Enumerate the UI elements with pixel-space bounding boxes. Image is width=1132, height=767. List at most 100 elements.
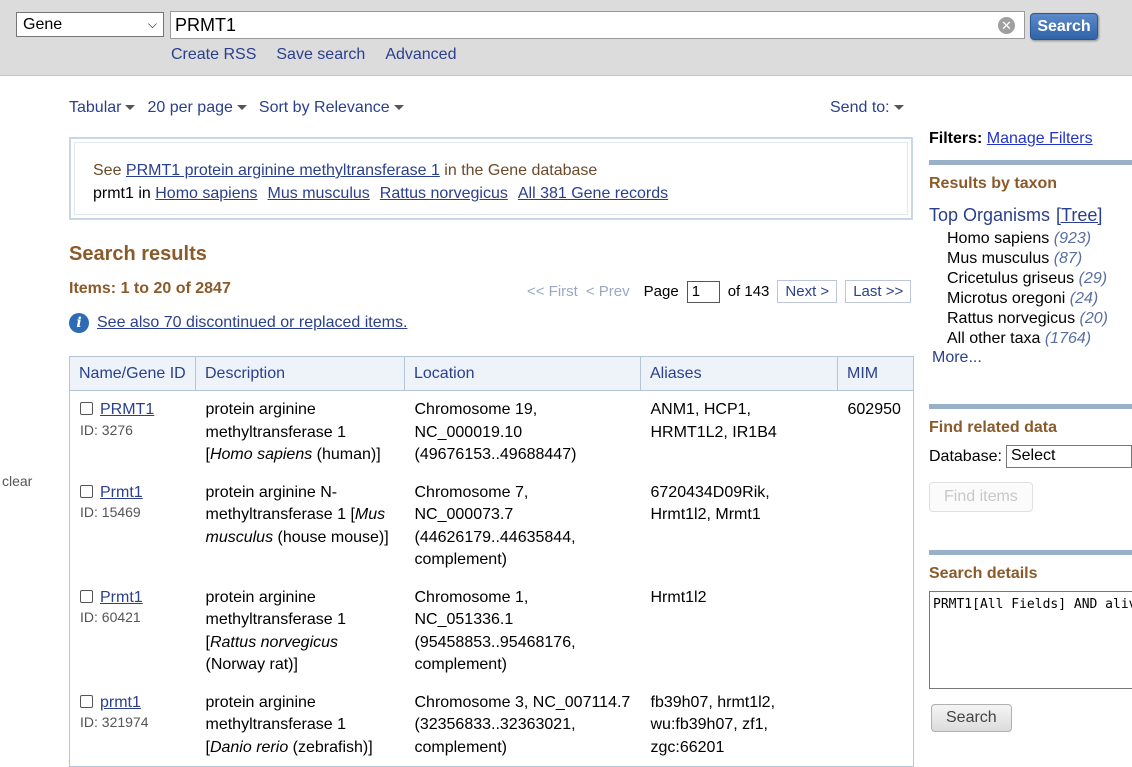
- org-link-homo-sapiens[interactable]: Homo sapiens: [155, 185, 257, 202]
- description-cell: protein arginine N-methyltransferase 1 […: [196, 474, 405, 579]
- desc-common: (human)]: [312, 446, 381, 463]
- gene-cell: Prmt1 ID: 15469: [70, 474, 196, 579]
- details-section-title[interactable]: Search details: [929, 565, 1132, 583]
- col-header-name[interactable]: Name/Gene ID: [69, 356, 196, 391]
- results-table: Name/Gene ID Description Location Aliase…: [69, 356, 914, 767]
- filters-row: Filters: Manage Filters: [929, 130, 1132, 148]
- clear-search-icon[interactable]: ✕: [998, 17, 1015, 34]
- org-link-mus-musculus[interactable]: Mus musculus: [268, 185, 370, 202]
- col-header-description[interactable]: Description: [195, 356, 405, 391]
- related-database-select[interactable]: Select: [1005, 445, 1132, 468]
- table-row: Prmt1 ID: 15469 protein arginine N-methy…: [70, 474, 914, 579]
- organism-count: (20): [1079, 310, 1108, 327]
- gene-link[interactable]: Prmt1: [100, 484, 143, 501]
- database-row: Database: Select: [929, 445, 1132, 468]
- database-label: Database:: [929, 447, 1002, 465]
- org-prefix: prmt1 in: [93, 185, 156, 202]
- pager: << First < Prev Page of 143 Next > Last …: [527, 280, 912, 303]
- gene-id: ID: 15469: [80, 504, 141, 520]
- details-search-button[interactable]: Search: [931, 704, 1012, 732]
- organism-name: Microtus oregoni: [947, 290, 1066, 307]
- page-of-label: of 143: [727, 283, 770, 300]
- create-rss-link[interactable]: Create RSS: [171, 46, 256, 64]
- more-organisms-link[interactable]: More...: [932, 349, 1132, 367]
- search-button[interactable]: Search: [1030, 13, 1098, 40]
- per-page-menu[interactable]: 20 per page: [147, 99, 247, 117]
- col-header-aliases[interactable]: Aliases: [640, 356, 838, 391]
- caret-down-icon: [393, 105, 404, 111]
- discontinued-link[interactable]: See also 70 discontinued or replaced ite…: [97, 314, 407, 332]
- advanced-link[interactable]: Advanced: [385, 46, 456, 64]
- discontinued-notice: i See also 70 discontinued or replaced i…: [69, 313, 407, 333]
- mim-cell: [838, 579, 914, 684]
- search-input[interactable]: [170, 11, 1025, 39]
- see-also-box: See PRMT1 protein arginine methyltransfe…: [69, 137, 913, 220]
- organism-name: Mus musculus: [947, 250, 1050, 267]
- gene-link[interactable]: Prmt1: [100, 589, 143, 606]
- send-to-menu[interactable]: Send to:: [830, 99, 904, 117]
- aliases-cell: fb39h07, hrmt1l2, wu:fb39h07, zf1, zgc:6…: [650, 693, 776, 756]
- clear-link[interactable]: clear: [2, 473, 32, 489]
- info-icon: i: [69, 313, 89, 333]
- description-cell: protein arginine methyltransferase 1 [Da…: [196, 684, 405, 767]
- manage-filters-link[interactable]: Manage Filters: [987, 130, 1093, 147]
- format-label: Tabular: [69, 99, 122, 116]
- display-options: Tabular 20 per page Sort by Relevance: [69, 99, 404, 117]
- chevron-down-icon: ⌵: [147, 17, 157, 31]
- row-checkbox[interactable]: [80, 694, 93, 708]
- send-to-label: Send to:: [830, 99, 890, 116]
- row-checkbox[interactable]: [80, 402, 93, 415]
- see-gene-line: See PRMT1 protein arginine methyltransfe…: [93, 159, 889, 182]
- section-divider: [929, 550, 1132, 555]
- description-cell: protein arginine methyltransferase 1 [Ra…: [196, 579, 405, 684]
- find-items-button[interactable]: Find items: [929, 482, 1033, 512]
- list-item[interactable]: Rattus norvegicus (20): [947, 309, 1132, 329]
- gene-link[interactable]: PRMT1: [100, 401, 154, 418]
- see-prefix: See: [93, 162, 126, 179]
- search-details-textarea[interactable]: PRMT1[All Fields] AND alive[prop]: [929, 591, 1132, 689]
- mim-cell: [838, 474, 914, 579]
- top-organisms-link[interactable]: Top Organisms: [929, 205, 1050, 225]
- table-header-row: Name/Gene ID Description Location Aliase…: [69, 356, 914, 391]
- list-item[interactable]: All other taxa (1764): [947, 329, 1132, 349]
- row-checkbox[interactable]: [80, 589, 93, 603]
- gene-cell: Prmt1 ID: 60421: [70, 579, 196, 684]
- first-page-link[interactable]: << First: [527, 283, 578, 300]
- page-label: Page: [643, 283, 679, 300]
- organism-name: Rattus norvegicus: [947, 310, 1076, 327]
- prev-page-link[interactable]: < Prev: [586, 283, 630, 300]
- tree-link[interactable]: [Tree]: [1056, 205, 1102, 225]
- next-page-button[interactable]: Next >: [777, 280, 838, 303]
- list-item[interactable]: Homo sapiens (923): [947, 229, 1132, 249]
- format-menu[interactable]: Tabular: [69, 99, 136, 117]
- list-item[interactable]: Microtus oregoni (24): [947, 289, 1132, 309]
- row-checkbox[interactable]: [80, 484, 93, 498]
- database-select[interactable]: Gene ⌵: [16, 12, 164, 37]
- see-gene-link[interactable]: PRMT1 protein arginine methyltransferase…: [126, 162, 440, 179]
- related-section-title[interactable]: Find related data: [929, 419, 1132, 437]
- col-header-mim[interactable]: MIM: [837, 356, 914, 391]
- results-title: Search results: [69, 243, 207, 265]
- caret-down-icon: [893, 105, 904, 111]
- list-item[interactable]: Cricetulus griseus (29): [947, 269, 1132, 289]
- gene-cell: PRMT1 ID: 3276: [70, 391, 196, 474]
- gene-id: ID: 321974: [80, 714, 149, 730]
- page-input[interactable]: [686, 280, 720, 303]
- see-org-line: prmt1 in Homo sapiens Mus musculus Rattus …: [93, 182, 889, 205]
- organism-name: Cricetulus griseus: [947, 270, 1075, 287]
- taxon-section-title[interactable]: Results by taxon: [929, 175, 1132, 193]
- org-link-all-records[interactable]: All 381 Gene records: [518, 185, 668, 202]
- organism-list: Homo sapiens (923) Mus musculus (87) Cri…: [929, 229, 1132, 349]
- col-header-location[interactable]: Location: [404, 356, 641, 391]
- search-bar: Gene ⌵ ✕ Search Create RSS Save search A…: [0, 0, 1132, 76]
- see-suffix: in the Gene database: [439, 162, 598, 179]
- last-page-button[interactable]: Last >>: [845, 280, 912, 303]
- list-item[interactable]: Mus musculus (87): [947, 249, 1132, 269]
- save-search-link[interactable]: Save search: [276, 46, 365, 64]
- sort-menu[interactable]: Sort by Relevance: [259, 99, 404, 117]
- org-link-rattus-norvegicus[interactable]: Rattus norvegicus: [380, 185, 508, 202]
- table-row: PRMT1 ID: 3276 protein arginine methyltr…: [70, 391, 914, 474]
- aliases-cell: 6720434D09Rik, Hrmt1l2, Mrmt1: [650, 483, 770, 524]
- gene-link[interactable]: prmt1: [100, 694, 141, 711]
- mim-cell: 602950: [847, 401, 901, 418]
